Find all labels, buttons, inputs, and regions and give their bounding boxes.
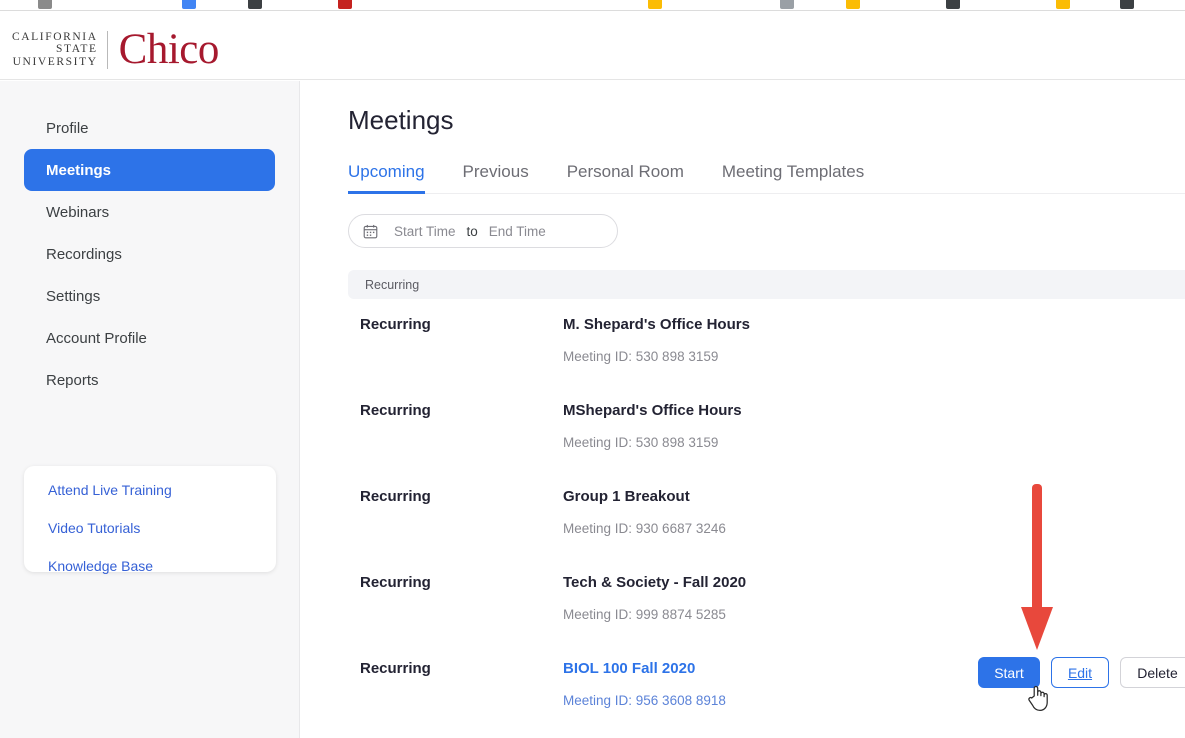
tab-bar: Upcoming Previous Personal Room Meeting … (348, 156, 1185, 194)
sidebar-item-profile[interactable]: Profile (24, 107, 275, 149)
tab-label: Meeting Templates (721, 162, 865, 181)
logo-text-stack: CALIFORNIA STATE UNIVERSITY (12, 31, 107, 69)
bookmark-favicon[interactable] (1056, 0, 1070, 9)
csu-chico-logo[interactable]: CALIFORNIA STATE UNIVERSITY Chico (12, 28, 219, 71)
meeting-id: Meeting ID: 530 898 3159 (563, 435, 719, 450)
meeting-type: Recurring (360, 660, 431, 677)
meeting-row[interactable]: Recurring Group 1 Breakout Meeting ID: 9… (348, 471, 1185, 557)
meeting-type: Recurring (360, 402, 431, 419)
delete-button[interactable]: Delete (1120, 657, 1185, 688)
meeting-id: Meeting ID: 530 898 3159 (563, 349, 719, 364)
page-title: Meetings (348, 105, 454, 135)
sidebar: Profile Meetings Webinars Recordings Set… (0, 81, 300, 738)
sidebar-nav: Profile Meetings Webinars Recordings Set… (0, 81, 299, 401)
meeting-title[interactable]: Tech & Society - Fall 2020 (563, 574, 1185, 591)
meeting-row[interactable]: Recurring BIOL 100 Fall 2020 Meeting ID:… (348, 643, 1185, 729)
sidebar-item-label: Account Profile (46, 329, 147, 347)
meeting-type: Recurring (360, 574, 431, 591)
meeting-type: Recurring (360, 316, 431, 333)
meeting-title[interactable]: MShepard's Office Hours (563, 402, 1185, 419)
sidebar-item-account-profile[interactable]: Account Profile (24, 317, 275, 359)
bookmark-favicon[interactable] (182, 0, 196, 9)
end-time-input[interactable]: End Time (489, 224, 546, 239)
start-button[interactable]: Start (978, 657, 1040, 688)
meeting-title[interactable]: M. Shepard's Office Hours (563, 316, 1185, 333)
main-content: Meetings Upcoming Previous Personal Room… (301, 81, 1185, 738)
link-knowledge-base[interactable]: Knowledge Base (48, 558, 276, 574)
sidebar-item-webinars[interactable]: Webinars (24, 191, 275, 233)
app-page: CALIFORNIA STATE UNIVERSITY Chico Profil… (0, 0, 1185, 738)
meeting-group-header: Recurring (348, 270, 1185, 299)
logo-line-california: CALIFORNIA (12, 30, 98, 43)
sidebar-help-card: Attend Live Training Video Tutorials Kno… (24, 466, 276, 574)
date-range-separator: to (466, 223, 478, 239)
tab-personal-room[interactable]: Personal Room (567, 162, 684, 193)
sidebar-item-label: Webinars (46, 203, 110, 221)
bookmark-favicon[interactable] (38, 0, 52, 9)
meeting-info: Group 1 Breakout Meeting ID: 930 6687 32… (563, 488, 1185, 536)
sidebar-item-label: Recordings (46, 245, 122, 263)
edit-button[interactable]: Edit (1051, 657, 1109, 688)
bookmark-favicon[interactable] (648, 0, 662, 9)
sidebar-item-settings[interactable]: Settings (24, 275, 275, 317)
logo-line-state: STATE (56, 43, 98, 56)
tab-label: Previous (462, 162, 529, 181)
browser-bookmarks-bar[interactable] (0, 0, 1185, 11)
meeting-row-actions: Start Edit Delete (978, 657, 1185, 688)
calendar-icon (363, 224, 378, 239)
meeting-type: Recurring (360, 488, 431, 505)
meeting-row[interactable]: Recurring Tech & Society - Fall 2020 Mee… (348, 557, 1185, 643)
meeting-id: Meeting ID: 930 6687 3246 (563, 521, 726, 536)
sidebar-item-label: Profile (46, 119, 89, 137)
tab-label: Personal Room (566, 162, 684, 181)
bookmark-favicon[interactable] (946, 0, 960, 9)
group-header-label: Recurring (365, 277, 420, 292)
tab-meeting-templates[interactable]: Meeting Templates (722, 162, 864, 193)
meeting-row[interactable]: Recurring MShepard's Office Hours Meetin… (348, 385, 1185, 471)
logo-wordmark-chico: Chico (118, 26, 220, 73)
meetings-list: Recurring M. Shepard's Office Hours Meet… (348, 299, 1185, 729)
meeting-id: Meeting ID: 999 8874 5285 (563, 607, 726, 622)
date-range-filter[interactable]: Start Time to End Time (348, 214, 618, 248)
tab-label: Upcoming (348, 162, 425, 181)
sidebar-item-label: Settings (46, 287, 101, 305)
bookmark-favicon[interactable] (248, 0, 262, 9)
tab-previous[interactable]: Previous (463, 162, 529, 193)
bookmark-favicon[interactable] (780, 0, 794, 9)
sidebar-item-meetings[interactable]: Meetings (24, 149, 275, 191)
link-attend-live-training[interactable]: Attend Live Training (48, 482, 276, 498)
meeting-id: Meeting ID: 956 3608 8918 (563, 693, 726, 708)
start-time-input[interactable]: Start Time (394, 224, 456, 239)
meeting-title[interactable]: Group 1 Breakout (563, 488, 1185, 505)
sidebar-item-label: Meetings (46, 161, 112, 179)
bookmark-favicon[interactable] (338, 0, 352, 9)
sidebar-item-recordings[interactable]: Recordings (24, 233, 275, 275)
logo-line-university: UNIVERSITY (12, 55, 98, 68)
sidebar-item-label: Reports (46, 371, 99, 389)
bookmark-favicon[interactable] (846, 0, 860, 9)
sidebar-item-reports[interactable]: Reports (24, 359, 275, 401)
tab-upcoming[interactable]: Upcoming (348, 162, 425, 194)
link-video-tutorials[interactable]: Video Tutorials (48, 520, 276, 536)
meeting-info: M. Shepard's Office Hours Meeting ID: 53… (563, 316, 1185, 364)
university-header: CALIFORNIA STATE UNIVERSITY Chico (0, 12, 1185, 80)
meeting-info: Tech & Society - Fall 2020 Meeting ID: 9… (563, 574, 1185, 622)
bookmark-favicon[interactable] (1120, 0, 1134, 9)
meeting-info: MShepard's Office Hours Meeting ID: 530 … (563, 402, 1185, 450)
meeting-row[interactable]: Recurring M. Shepard's Office Hours Meet… (348, 299, 1185, 385)
